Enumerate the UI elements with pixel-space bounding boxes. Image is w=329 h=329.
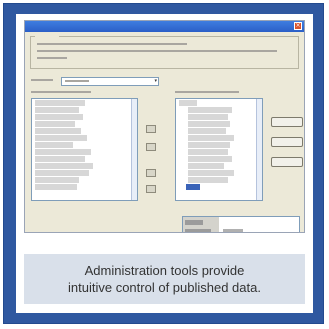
close-icon: × xyxy=(294,22,302,30)
available-list[interactable] xyxy=(31,98,138,201)
list-item[interactable] xyxy=(35,121,75,127)
option-text-line xyxy=(37,43,187,45)
source-combo[interactable]: ▾ xyxy=(61,77,159,86)
action-button-3[interactable] xyxy=(271,157,303,167)
tree-item[interactable] xyxy=(188,163,224,169)
move-left-button[interactable] xyxy=(146,143,156,151)
caption-line-2: intuitive control of published data. xyxy=(68,280,261,295)
action-button-2[interactable] xyxy=(271,137,303,147)
figure-frame: × ▾ Administration tools provide intuiti… xyxy=(3,3,324,324)
tree-item[interactable] xyxy=(188,114,228,120)
list-item[interactable] xyxy=(35,163,93,169)
list-item[interactable] xyxy=(35,100,85,106)
option-text-line xyxy=(37,57,67,59)
tree-item[interactable] xyxy=(188,156,232,162)
list-item[interactable] xyxy=(35,114,83,120)
option-text-line xyxy=(37,50,277,52)
published-tree-scrollbar[interactable] xyxy=(256,99,262,200)
published-list-label xyxy=(175,91,239,93)
property-key xyxy=(185,229,211,232)
tree-item[interactable] xyxy=(188,177,228,183)
property-value xyxy=(223,229,243,232)
tree-item[interactable] xyxy=(188,142,230,148)
move-right-button[interactable] xyxy=(146,125,156,133)
options-group xyxy=(30,32,299,69)
list-item[interactable] xyxy=(35,184,77,190)
list-item[interactable] xyxy=(35,135,87,141)
dialog-titlebar: × xyxy=(25,21,304,32)
action-button-1[interactable] xyxy=(271,117,303,127)
list-item[interactable] xyxy=(35,156,85,162)
properties-grid xyxy=(182,216,300,232)
tree-item[interactable] xyxy=(179,100,197,106)
combo-value xyxy=(65,80,89,82)
list-item[interactable] xyxy=(35,177,79,183)
tree-item[interactable] xyxy=(188,149,228,155)
figure-caption: Administration tools provide intuitive c… xyxy=(24,254,305,304)
tree-item[interactable] xyxy=(188,128,226,134)
chevron-down-icon: ▾ xyxy=(154,78,157,84)
list-item[interactable] xyxy=(35,107,79,113)
options-group-caption xyxy=(35,32,60,38)
move-all-left-button[interactable] xyxy=(146,185,156,193)
figure-inner: × ▾ Administration tools provide intuiti… xyxy=(16,14,313,313)
list-item[interactable] xyxy=(35,149,91,155)
dialog-screenshot: × ▾ xyxy=(24,20,305,233)
tree-item[interactable] xyxy=(188,121,230,127)
caption-line-1: Administration tools provide xyxy=(84,263,245,278)
tree-item-selected[interactable] xyxy=(186,184,200,190)
list-item[interactable] xyxy=(35,170,89,176)
available-list-scrollbar[interactable] xyxy=(131,99,137,200)
tree-item[interactable] xyxy=(188,107,232,113)
list-item[interactable] xyxy=(35,128,81,134)
combo-label xyxy=(31,79,53,81)
tree-item[interactable] xyxy=(188,135,234,141)
available-list-label xyxy=(31,91,91,93)
move-all-right-button[interactable] xyxy=(146,169,156,177)
property-key xyxy=(185,220,203,225)
published-tree[interactable] xyxy=(175,98,263,201)
tree-item[interactable] xyxy=(188,170,234,176)
list-item[interactable] xyxy=(35,142,73,148)
